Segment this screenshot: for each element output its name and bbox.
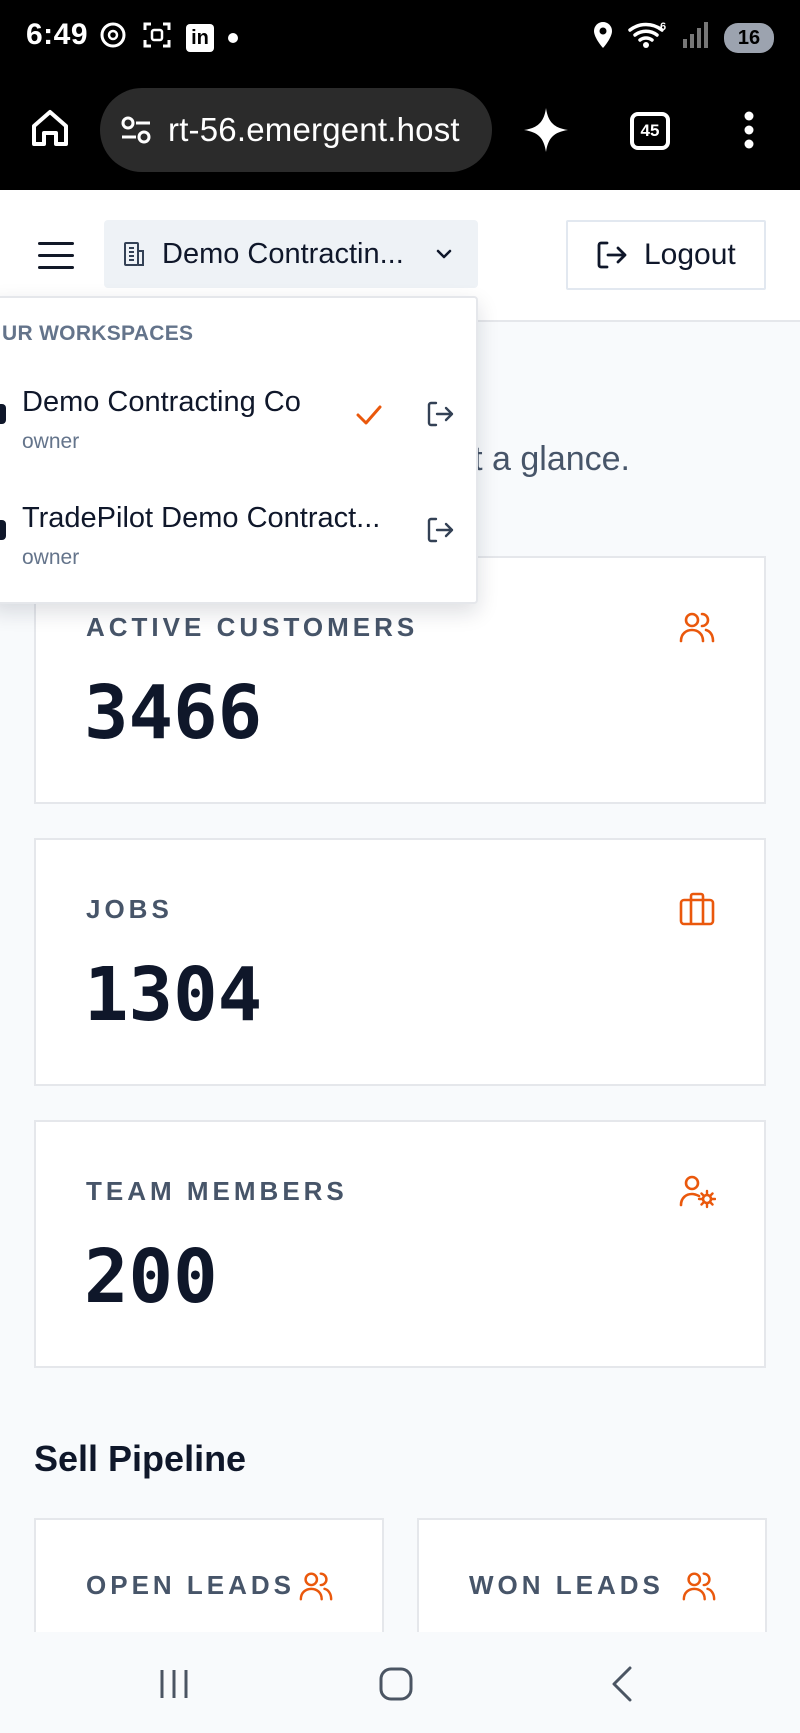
status-bar: 6:49 in 6 16: [0, 0, 800, 76]
stat-card-team-members: TEAM MEMBERS 200: [34, 1120, 766, 1368]
stat-card-jobs: JOBS 1304: [34, 838, 766, 1086]
workspace-option-name: Demo Contracting Co: [22, 386, 301, 418]
recent-apps-button[interactable]: [156, 1666, 192, 1702]
more-notifications-dot: [228, 32, 238, 43]
dropdown-heading: UR WORKSPACES: [2, 322, 194, 345]
users-icon: [682, 1572, 716, 1601]
pipeline-card-open-leads: OPEN LEADS: [34, 1518, 384, 1638]
leave-workspace-icon[interactable]: [424, 398, 456, 430]
workspace-selector[interactable]: Demo Contractin...: [104, 220, 478, 288]
stat-value: 3466: [84, 670, 263, 756]
signal-icon: [682, 21, 710, 54]
pipeline-card-won-leads: WON LEADS: [417, 1518, 767, 1638]
wifi-icon: 6: [628, 20, 668, 55]
system-icons: 6 16: [592, 20, 774, 55]
linkedin-icon: in: [186, 23, 214, 52]
screenshot-icon: [142, 20, 172, 55]
section-title-sell-pipeline: Sell Pipeline: [34, 1438, 247, 1479]
logout-label: Logout: [644, 238, 736, 271]
briefcase-icon: [679, 892, 715, 926]
building-icon: [124, 242, 144, 266]
pipeline-card-label: OPEN LEADS: [86, 1570, 296, 1600]
users-icon: [299, 1572, 333, 1601]
pipeline-card-label: WON LEADS: [469, 1570, 664, 1600]
users-icon: [679, 612, 715, 643]
stat-label: ACTIVE CUSTOMERS: [86, 612, 419, 642]
workspace-avatar: [0, 520, 6, 540]
status-time: 6:49: [26, 18, 89, 51]
openai-icon: [98, 20, 128, 55]
home-button[interactable]: [378, 1666, 414, 1702]
workspace-dropdown: UR WORKSPACES Demo Contracting Co owner …: [0, 296, 478, 604]
home-icon[interactable]: [28, 106, 72, 150]
leave-workspace-icon[interactable]: [424, 514, 456, 546]
workspace-option-role: owner: [22, 430, 80, 453]
system-nav-bar: [0, 1632, 800, 1733]
check-icon: [356, 405, 382, 425]
menu-icon[interactable]: [38, 242, 74, 272]
svg-text:6: 6: [660, 21, 666, 33]
back-button[interactable]: [606, 1666, 642, 1702]
tab-switcher-button[interactable]: 45: [630, 112, 670, 150]
address-bar[interactable]: rt-56.emergent.host: [100, 88, 492, 172]
chevron-down-icon: [436, 249, 452, 259]
user-cog-icon: [679, 1175, 716, 1209]
site-settings-icon[interactable]: [118, 112, 154, 148]
notification-icons: in: [98, 20, 238, 55]
workspace-option-role: owner: [22, 546, 80, 569]
workspace-name: Demo Contractin...: [162, 237, 404, 270]
battery-icon: 16: [724, 22, 774, 53]
browser-toolbar: rt-56.emergent.host 45: [0, 76, 800, 190]
workspace-option-demo-contracting[interactable]: Demo Contracting Co owner: [0, 374, 476, 490]
workspace-option-name: TradePilot Demo Contract...: [22, 502, 381, 534]
stat-label: JOBS: [86, 894, 173, 924]
stat-value: 200: [84, 1234, 218, 1320]
sparkle-icon[interactable]: [522, 106, 570, 154]
stat-value: 1304: [84, 952, 263, 1038]
workspace-avatar: [0, 404, 6, 424]
logout-icon: [597, 241, 627, 269]
location-icon: [592, 20, 614, 55]
logout-button[interactable]: Logout: [566, 220, 766, 290]
url-text[interactable]: rt-56.emergent.host: [168, 111, 460, 149]
more-menu-icon[interactable]: [742, 110, 756, 150]
stat-label: TEAM MEMBERS: [86, 1176, 348, 1206]
workspace-option-tradepilot[interactable]: TradePilot Demo Contract... owner: [0, 490, 476, 602]
